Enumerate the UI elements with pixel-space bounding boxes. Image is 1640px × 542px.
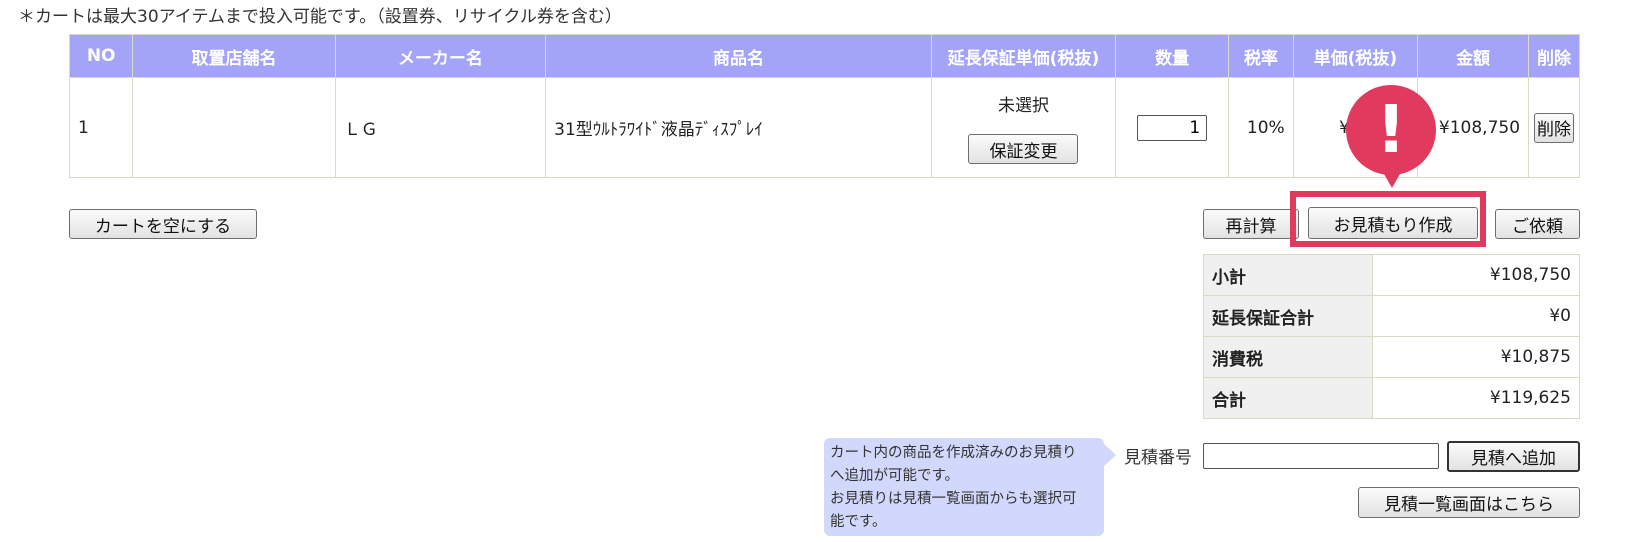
cell-warranty: 未選択 保証変更 — [930, 77, 1117, 178]
summary-row-total: 合計 ¥119,625 — [1203, 377, 1580, 419]
add-to-estimate-button[interactable]: 見積へ追加 — [1447, 441, 1580, 472]
tooltip-line: 能です。 — [830, 514, 887, 530]
summary-row-subtotal: 小計 ¥108,750 — [1203, 254, 1580, 296]
warranty-total-label: 延長保証合計 — [1203, 295, 1373, 337]
delete-button[interactable]: 削除 — [1534, 112, 1575, 143]
tooltip-arrow — [1104, 444, 1116, 466]
header-qty: 数量 — [1115, 34, 1230, 78]
cell-tax-rate: 10% — [1228, 77, 1294, 178]
empty-cart-button[interactable]: カートを空にする — [69, 209, 257, 239]
summary-row-warranty: 延長保証合計 ¥0 — [1203, 295, 1580, 337]
tax-label: 消費税 — [1203, 336, 1373, 378]
cell-product: 31型ｳﾙﾄﾗﾜｲﾄﾞ液晶ﾃﾞｨｽﾌﾟﾚｲ — [545, 77, 932, 178]
summary-table: 小計 ¥108,750 延長保証合計 ¥0 消費税 ¥10,875 合計 ¥11… — [1203, 254, 1580, 419]
cell-shop — [132, 77, 336, 178]
tooltip-line: へ追加が可能です。 — [830, 468, 960, 484]
tooltip-line: カート内の商品を作成済みのお見積り — [830, 445, 1077, 461]
header-maker: メーカー名 — [334, 34, 547, 78]
header-tax-rate: 税率 — [1228, 34, 1294, 78]
estimate-list-button[interactable]: 見積一覧画面はこちら — [1358, 487, 1580, 518]
change-warranty-button[interactable]: 保証変更 — [968, 134, 1079, 164]
quantity-input[interactable] — [1137, 114, 1208, 141]
recalculate-button[interactable]: 再計算 — [1203, 209, 1299, 239]
header-shop: 取置店舗名 — [132, 34, 336, 78]
highlight-box — [1290, 191, 1486, 247]
tax-value: ¥10,875 — [1372, 336, 1580, 378]
total-label: 合計 — [1203, 377, 1373, 419]
header-unit-price: 単価(税抜) — [1292, 34, 1419, 78]
tooltip-line: お見積りは見積一覧画面からも選択可 — [830, 491, 1077, 507]
estimate-number-label: 見積番号 — [1124, 448, 1192, 468]
header-no: NO — [68, 34, 134, 78]
cell-qty — [1115, 77, 1230, 178]
subtotal-label: 小計 — [1203, 254, 1373, 296]
header-delete: 削除 — [1528, 34, 1580, 78]
estimate-number-input[interactable] — [1203, 443, 1439, 469]
cell-maker: ＬＧ — [334, 77, 547, 178]
warranty-total-value: ¥0 — [1372, 295, 1580, 337]
cart-limit-notice: ＊カートは最大30アイテムまで投入可能です。（設置券、リサイクル券を含む） — [18, 7, 622, 27]
total-value: ¥119,625 — [1372, 377, 1580, 419]
cell-delete: 削除 — [1528, 77, 1580, 178]
estimate-help-tooltip: カート内の商品を作成済みのお見積り へ追加が可能です。 お見積りは見積一覧画面か… — [824, 438, 1104, 536]
cart-table-header: NO 取置店舗名 メーカー名 商品名 延長保証単価(税抜) 数量 税率 単価(税… — [68, 34, 1580, 78]
header-amount: 金額 — [1417, 34, 1530, 78]
summary-row-tax: 消費税 ¥10,875 — [1203, 336, 1580, 378]
header-warranty: 延長保証単価(税抜) — [930, 34, 1117, 78]
cell-no: 1 — [68, 77, 134, 178]
subtotal-value: ¥108,750 — [1372, 254, 1580, 296]
warranty-status: 未選択 — [997, 96, 1049, 116]
header-product: 商品名 — [545, 34, 932, 78]
request-button[interactable]: ご依頼 — [1495, 209, 1580, 239]
exclamation-icon: ! — [1375, 91, 1407, 168]
